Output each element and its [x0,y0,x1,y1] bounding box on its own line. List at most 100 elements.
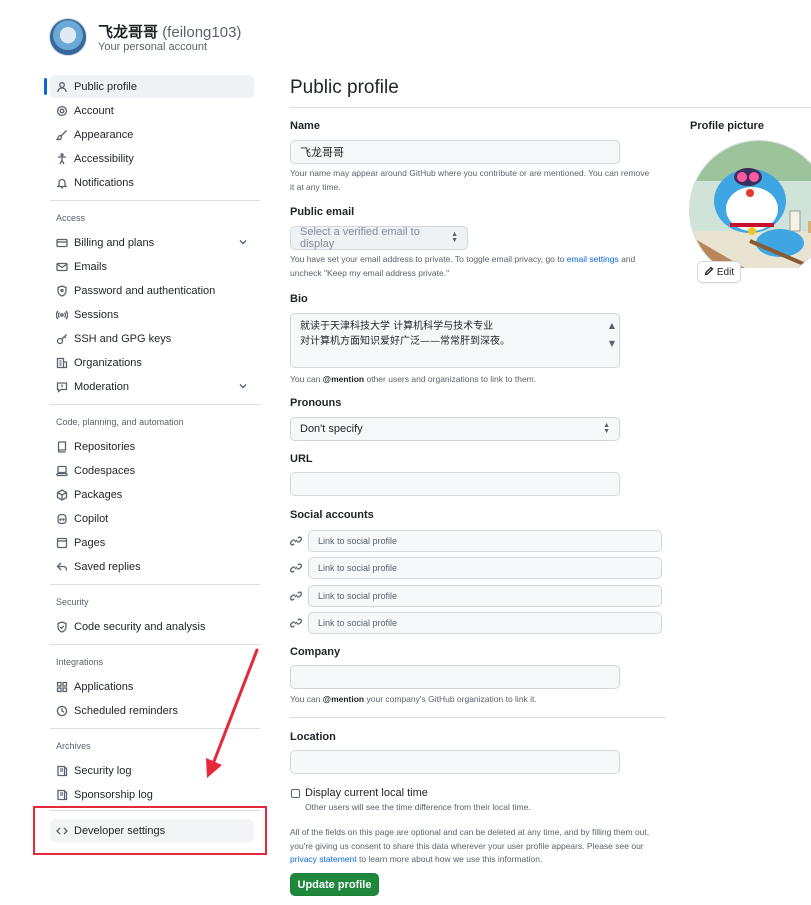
accessibility-icon [56,152,68,165]
location-label: Location [290,731,336,743]
bio-label: Bio [290,293,308,305]
link-icon [289,617,303,629]
sidebar-item-applications[interactable]: Applications [50,675,254,698]
sidebar-item-pages[interactable]: Pages [50,531,254,554]
update-profile-button[interactable]: Update profile [290,873,379,896]
chevron-down-icon[interactable] [238,237,248,247]
bio-textarea[interactable]: 就读于天津科技大学 计算机科学与技术专业 对计算机方面知识爱好广泛——常常肝到深… [290,313,620,368]
sidebar-item-emails[interactable]: Emails [50,255,254,278]
link-icon [289,590,303,602]
browser-icon [56,537,68,549]
company-label: Company [290,646,341,658]
mail-icon [56,261,68,273]
sidebar-item-password[interactable]: Password and authentication [50,279,254,302]
sidebar-divider [50,584,260,585]
sidebar-item-label: Password and authentication [74,284,216,297]
sidebar-item-code-security[interactable]: Code security and analysis [50,615,254,638]
sidebar-item-label: Billing and plans [74,236,155,249]
social-account-row: Link to social profile [289,612,662,634]
pronouns-select-value: Don't specify [300,423,363,435]
sidebar-group-access: Access [56,213,86,223]
sidebar-item-label: Sponsorship log [74,788,153,801]
sidebar-group-security: Security [56,597,89,607]
sidebar-item-label: Emails [74,260,108,273]
social-profile-input[interactable]: Link to social profile [308,530,662,552]
pencil-icon [704,266,714,279]
privacy-statement-link[interactable]: privacy statement [290,854,357,864]
clock-icon [56,705,68,717]
sidebar-item-ssh-gpg[interactable]: SSH and GPG keys [50,327,254,350]
footer-note: All of the fields on this page are optio… [290,826,666,867]
sidebar-group-integrations: Integrations [56,657,104,667]
company-note-text-2: your company's GitHub organization to li… [364,694,537,704]
sidebar-item-label: Accessibility [74,152,134,165]
avatar[interactable] [49,18,87,56]
account-subtitle: Your personal account [98,41,208,53]
social-accounts-label: Social accounts [290,509,374,521]
url-field[interactable] [290,472,620,496]
gear-icon [56,105,68,117]
social-profile-input[interactable]: Link to social profile [308,557,662,579]
broadcast-icon [56,309,68,321]
sidebar-item-label: SSH and GPG keys [74,332,172,345]
sidebar-item-label: Appearance [74,128,134,141]
name-label: Name [290,120,320,132]
mention-text: @mention [322,374,365,384]
sidebar-item-packages[interactable]: Packages [50,483,254,506]
sidebar-item-billing[interactable]: Billing and plans [50,231,254,254]
sidebar-item-label: Packages [74,488,123,501]
sidebar-item-label: Moderation [74,380,130,393]
sidebar-item-copilot[interactable]: Copilot [50,507,254,530]
bio-note-text: You can [290,374,323,384]
social-profile-input[interactable]: Link to social profile [308,612,662,634]
pronouns-select[interactable]: Don't specify ▲ ▼ [290,417,620,441]
location-field[interactable] [290,750,620,774]
social-profile-input[interactable]: Link to social profile [308,585,662,607]
sidebar-item-security-log[interactable]: Security log [50,759,254,782]
name-field[interactable]: 飞龙哥哥 [290,140,620,164]
title-divider [290,107,811,108]
local-time-checkbox[interactable] [291,789,300,798]
bio-note-text-2: other users and organizations to link to… [364,374,537,384]
sidebar-item-codespaces[interactable]: Codespaces [50,459,254,482]
sidebar-item-accessibility[interactable]: Accessibility [50,147,254,170]
footer-note-text: All of the fields on this page are optio… [290,827,650,851]
company-note-text: You can [290,694,323,704]
sidebar-item-label: Scheduled reminders [74,704,178,717]
sidebar-item-scheduled-reminders[interactable]: Scheduled reminders [50,699,254,722]
sidebar-item-notifications[interactable]: Notifications [50,171,254,194]
sidebar-item-organizations[interactable]: Organizations [50,351,254,374]
sidebar-item-moderation[interactable]: Moderation [50,375,254,398]
profile-picture-image [689,140,811,268]
package-icon [56,488,68,501]
profile-picture-label: Profile picture [690,120,764,132]
apps-icon [56,681,68,693]
sidebar-item-account[interactable]: Account [50,99,254,122]
footer-note-text-2: to learn more about how we use this info… [356,854,543,864]
public-email-note: You have set your email address to priva… [290,253,662,280]
email-settings-link[interactable]: email settings [567,254,619,264]
sidebar-item-label: Security log [74,764,132,777]
sidebar-item-public-profile[interactable]: Public profile [44,75,254,98]
shield-check-icon [56,620,68,633]
sidebar-item-label: Account [74,104,114,117]
sidebar-divider [50,644,260,645]
bio-scrollbar[interactable]: ▲ ▼ [607,318,617,351]
person-icon [56,81,68,93]
sidebar-group-archives: Archives [56,741,91,751]
company-field[interactable] [290,665,620,689]
sidebar-item-repositories[interactable]: Repositories [50,435,254,458]
sidebar-item-appearance[interactable]: Appearance [50,123,254,146]
sidebar-item-sponsorship-log[interactable]: Sponsorship log [50,783,254,806]
company-note: You can @mention your company's GitHub o… [290,693,650,707]
edit-profile-picture-button[interactable]: Edit [697,261,741,283]
reply-icon [56,561,68,573]
sidebar-group-code: Code, planning, and automation [56,417,184,427]
link-icon [289,535,303,547]
public-email-select[interactable]: Select a verified email to display ▲ ▼ [290,226,468,250]
organization-icon [56,357,68,369]
sidebar-item-saved-replies[interactable]: Saved replies [50,555,254,578]
chevron-down-icon[interactable] [238,381,248,391]
sidebar-item-sessions[interactable]: Sessions [50,303,254,326]
sidebar-item-label: Saved replies [74,560,141,573]
